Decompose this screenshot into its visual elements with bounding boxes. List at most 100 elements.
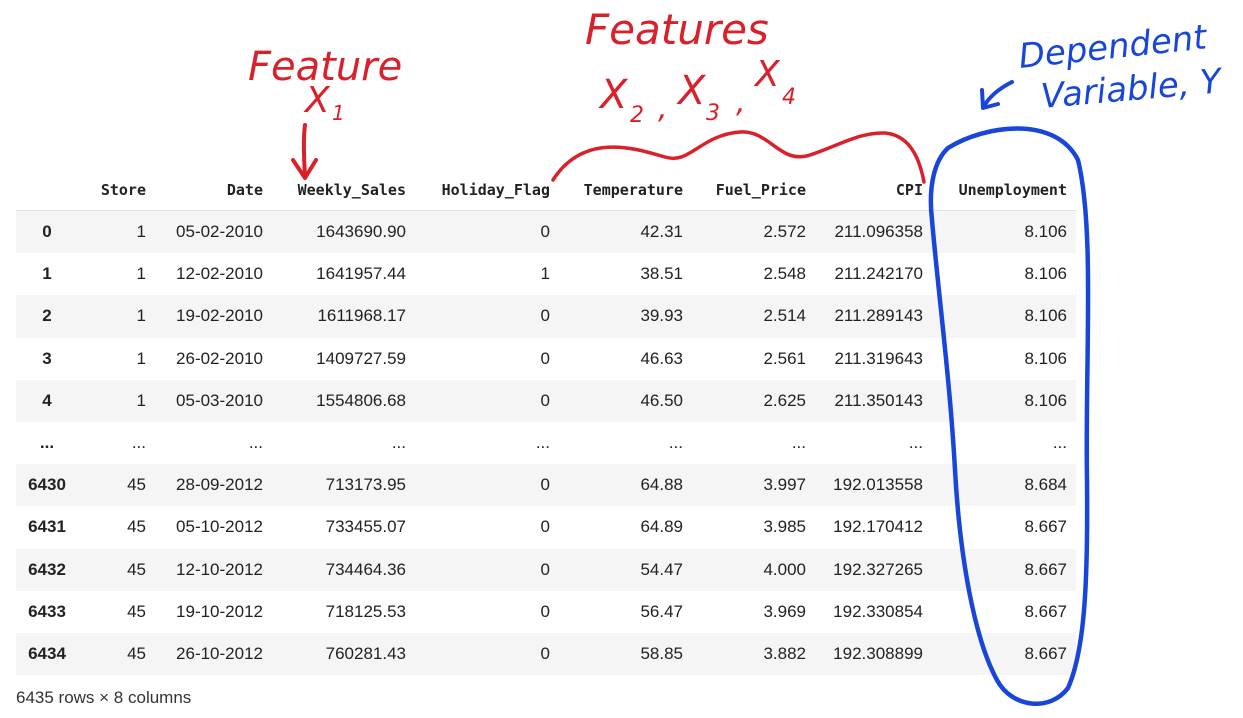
features-label: Features xyxy=(585,5,769,54)
row-index: 6434 xyxy=(28,643,66,663)
header-row: Store Date Weekly_Sales Holiday_Flag Tem… xyxy=(16,170,1076,211)
cell-fuel-price: 3.882 xyxy=(763,643,806,663)
cell-fuel-price: 3.997 xyxy=(763,475,806,495)
column-header-unemployment: Unemployment xyxy=(932,170,1076,211)
row-index: 6430 xyxy=(28,475,66,495)
x3-label: X xyxy=(676,68,707,114)
cell-holiday-flag: 0 xyxy=(540,222,550,242)
table-row: 6433 45 19-10-2012 718125.53 0 56.47 3.969 192.… xyxy=(16,591,1076,633)
cell-unemployment: 8.106 xyxy=(1024,390,1067,410)
cell-store: 1 xyxy=(136,222,146,242)
cell-temperature: 46.63 xyxy=(640,348,683,368)
column-header-fuel-price: Fuel_Price xyxy=(692,170,815,211)
column-header-cpi: CPI xyxy=(815,170,932,211)
cell-store: 1 xyxy=(136,348,146,368)
cell-holiday-flag: 1 xyxy=(540,264,550,284)
column-header-temperature: Temperature xyxy=(559,170,692,211)
x4-subscript: 4 xyxy=(782,85,796,110)
cell-weekly-sales: 718125.53 xyxy=(325,601,406,621)
cell-date: 12-10-2012 xyxy=(176,559,263,579)
dependent-arrow xyxy=(980,80,1014,110)
x1-subscript: 1 xyxy=(332,101,345,125)
cell-unemployment: 8.667 xyxy=(1024,517,1067,537)
cell-cpi: 192.330854 xyxy=(833,601,923,621)
table-row: 6430 45 28-09-2012 713173.95 0 64.88 3.997 192.… xyxy=(16,464,1076,507)
cell-weekly-sales: 1611968.17 xyxy=(317,306,406,326)
cell-holiday-flag: 0 xyxy=(540,475,550,495)
cell-holiday-flag: 0 xyxy=(540,306,550,326)
table-body: 0 1 05-02-2010 1643690.90 0 42.31 2.572 211.096… xyxy=(16,210,1076,676)
cell-weekly-sales: 713173.95 xyxy=(325,475,406,495)
x1-label: X xyxy=(303,80,331,121)
cell-temperature: 38.51 xyxy=(640,264,683,284)
comma-2: , xyxy=(736,85,746,120)
cell-unemployment: 8.106 xyxy=(1024,222,1067,242)
cell-temperature: 64.89 xyxy=(640,517,683,537)
row-index: 2 xyxy=(42,306,52,326)
cell-cpi: 192.013558 xyxy=(833,475,923,495)
row-index: 6432 xyxy=(28,559,66,579)
cell-temperature: 42.31 xyxy=(640,222,683,242)
cell-fuel-price: 2.572 xyxy=(763,222,806,242)
cell-store: 45 xyxy=(127,601,146,621)
x2-label: X xyxy=(598,72,629,118)
cell-weekly-sales: 733455.07 xyxy=(325,517,406,537)
cell-unemployment: 8.106 xyxy=(1024,306,1067,326)
cell-temperature: 64.88 xyxy=(640,475,683,495)
cell-cpi: 192.308899 xyxy=(833,643,923,663)
dataframe-table: Store Date Weekly_Sales Holiday_Flag Tem… xyxy=(16,170,1076,676)
cell-temperature: 56.47 xyxy=(640,601,683,621)
row-index: 3 xyxy=(42,348,52,368)
cell-weekly-sales: 1643690.90 xyxy=(316,222,406,242)
cell-store: 1 xyxy=(136,264,146,284)
dataframe-output: Store Date Weekly_Sales Holiday_Flag Tem… xyxy=(16,170,1076,676)
cell-date: 05-02-2010 xyxy=(176,222,263,242)
cell-temperature: 54.47 xyxy=(640,559,683,579)
cell-holiday-flag: ... xyxy=(535,433,550,453)
cell-weekly-sales: ... xyxy=(391,433,406,453)
cell-fuel-price: ... xyxy=(791,433,806,453)
table-row: 6434 45 26-10-2012 760281.43 0 58.85 3.882 192.… xyxy=(16,632,1076,676)
cell-cpi: 211.350143 xyxy=(834,390,923,410)
cell-temperature: 46.50 xyxy=(640,390,683,410)
cell-store: ... xyxy=(131,433,146,453)
row-index: 4 xyxy=(42,390,52,410)
cell-cpi: 211.319643 xyxy=(834,348,923,368)
table-row: 3 1 26-02-2010 1409727.59 0 46.63 2.561 211.319… xyxy=(16,338,1076,380)
cell-unemployment: 8.667 xyxy=(1024,601,1067,621)
cell-fuel-price: 2.625 xyxy=(763,390,806,410)
cell-weekly-sales: 760281.43 xyxy=(325,643,406,663)
cell-date: 28-09-2012 xyxy=(176,475,263,495)
cell-store: 45 xyxy=(127,559,146,579)
table-row: 4 1 05-03-2010 1554806.68 0 46.50 2.625 211.350… xyxy=(16,379,1076,422)
cell-fuel-price: 3.985 xyxy=(763,517,806,537)
cell-unemployment: 8.106 xyxy=(1024,264,1067,284)
cell-fuel-price: 3.969 xyxy=(763,601,806,621)
cell-cpi: 211.242170 xyxy=(834,264,923,284)
cell-date: 12-02-2010 xyxy=(176,264,263,284)
cell-holiday-flag: 0 xyxy=(540,390,550,410)
row-index: 6431 xyxy=(28,517,66,537)
cell-temperature: ... xyxy=(668,433,683,453)
cell-date: 05-10-2012 xyxy=(176,517,263,537)
cell-store: 45 xyxy=(127,475,146,495)
cell-cpi: ... xyxy=(908,433,923,453)
column-header-weekly-sales: Weekly_Sales xyxy=(272,170,415,211)
cell-store: 1 xyxy=(136,390,146,410)
row-index: 0 xyxy=(42,222,52,242)
cell-store: 45 xyxy=(127,643,146,663)
cell-fuel-price: 2.561 xyxy=(763,348,806,368)
table-row: 0 1 05-02-2010 1643690.90 0 42.31 2.572 211.096… xyxy=(16,210,1076,254)
cell-temperature: 58.85 xyxy=(640,643,683,663)
column-header-date: Date xyxy=(155,170,272,211)
table-shape-caption: 6435 rows × 8 columns xyxy=(16,688,192,707)
cell-holiday-flag: 0 xyxy=(540,601,550,621)
table-row: 6432 45 12-10-2012 734464.36 0 54.47 4.000 192.… xyxy=(16,548,1076,591)
cell-unemployment: 8.106 xyxy=(1024,348,1067,368)
cell-holiday-flag: 0 xyxy=(540,559,550,579)
cell-weekly-sales: 1409727.59 xyxy=(316,348,406,368)
column-header-store: Store xyxy=(78,170,155,211)
cell-date: 19-02-2010 xyxy=(176,306,263,326)
feature-x1-annotation: Feature X 1 xyxy=(248,44,402,125)
row-index: ... xyxy=(39,433,55,453)
